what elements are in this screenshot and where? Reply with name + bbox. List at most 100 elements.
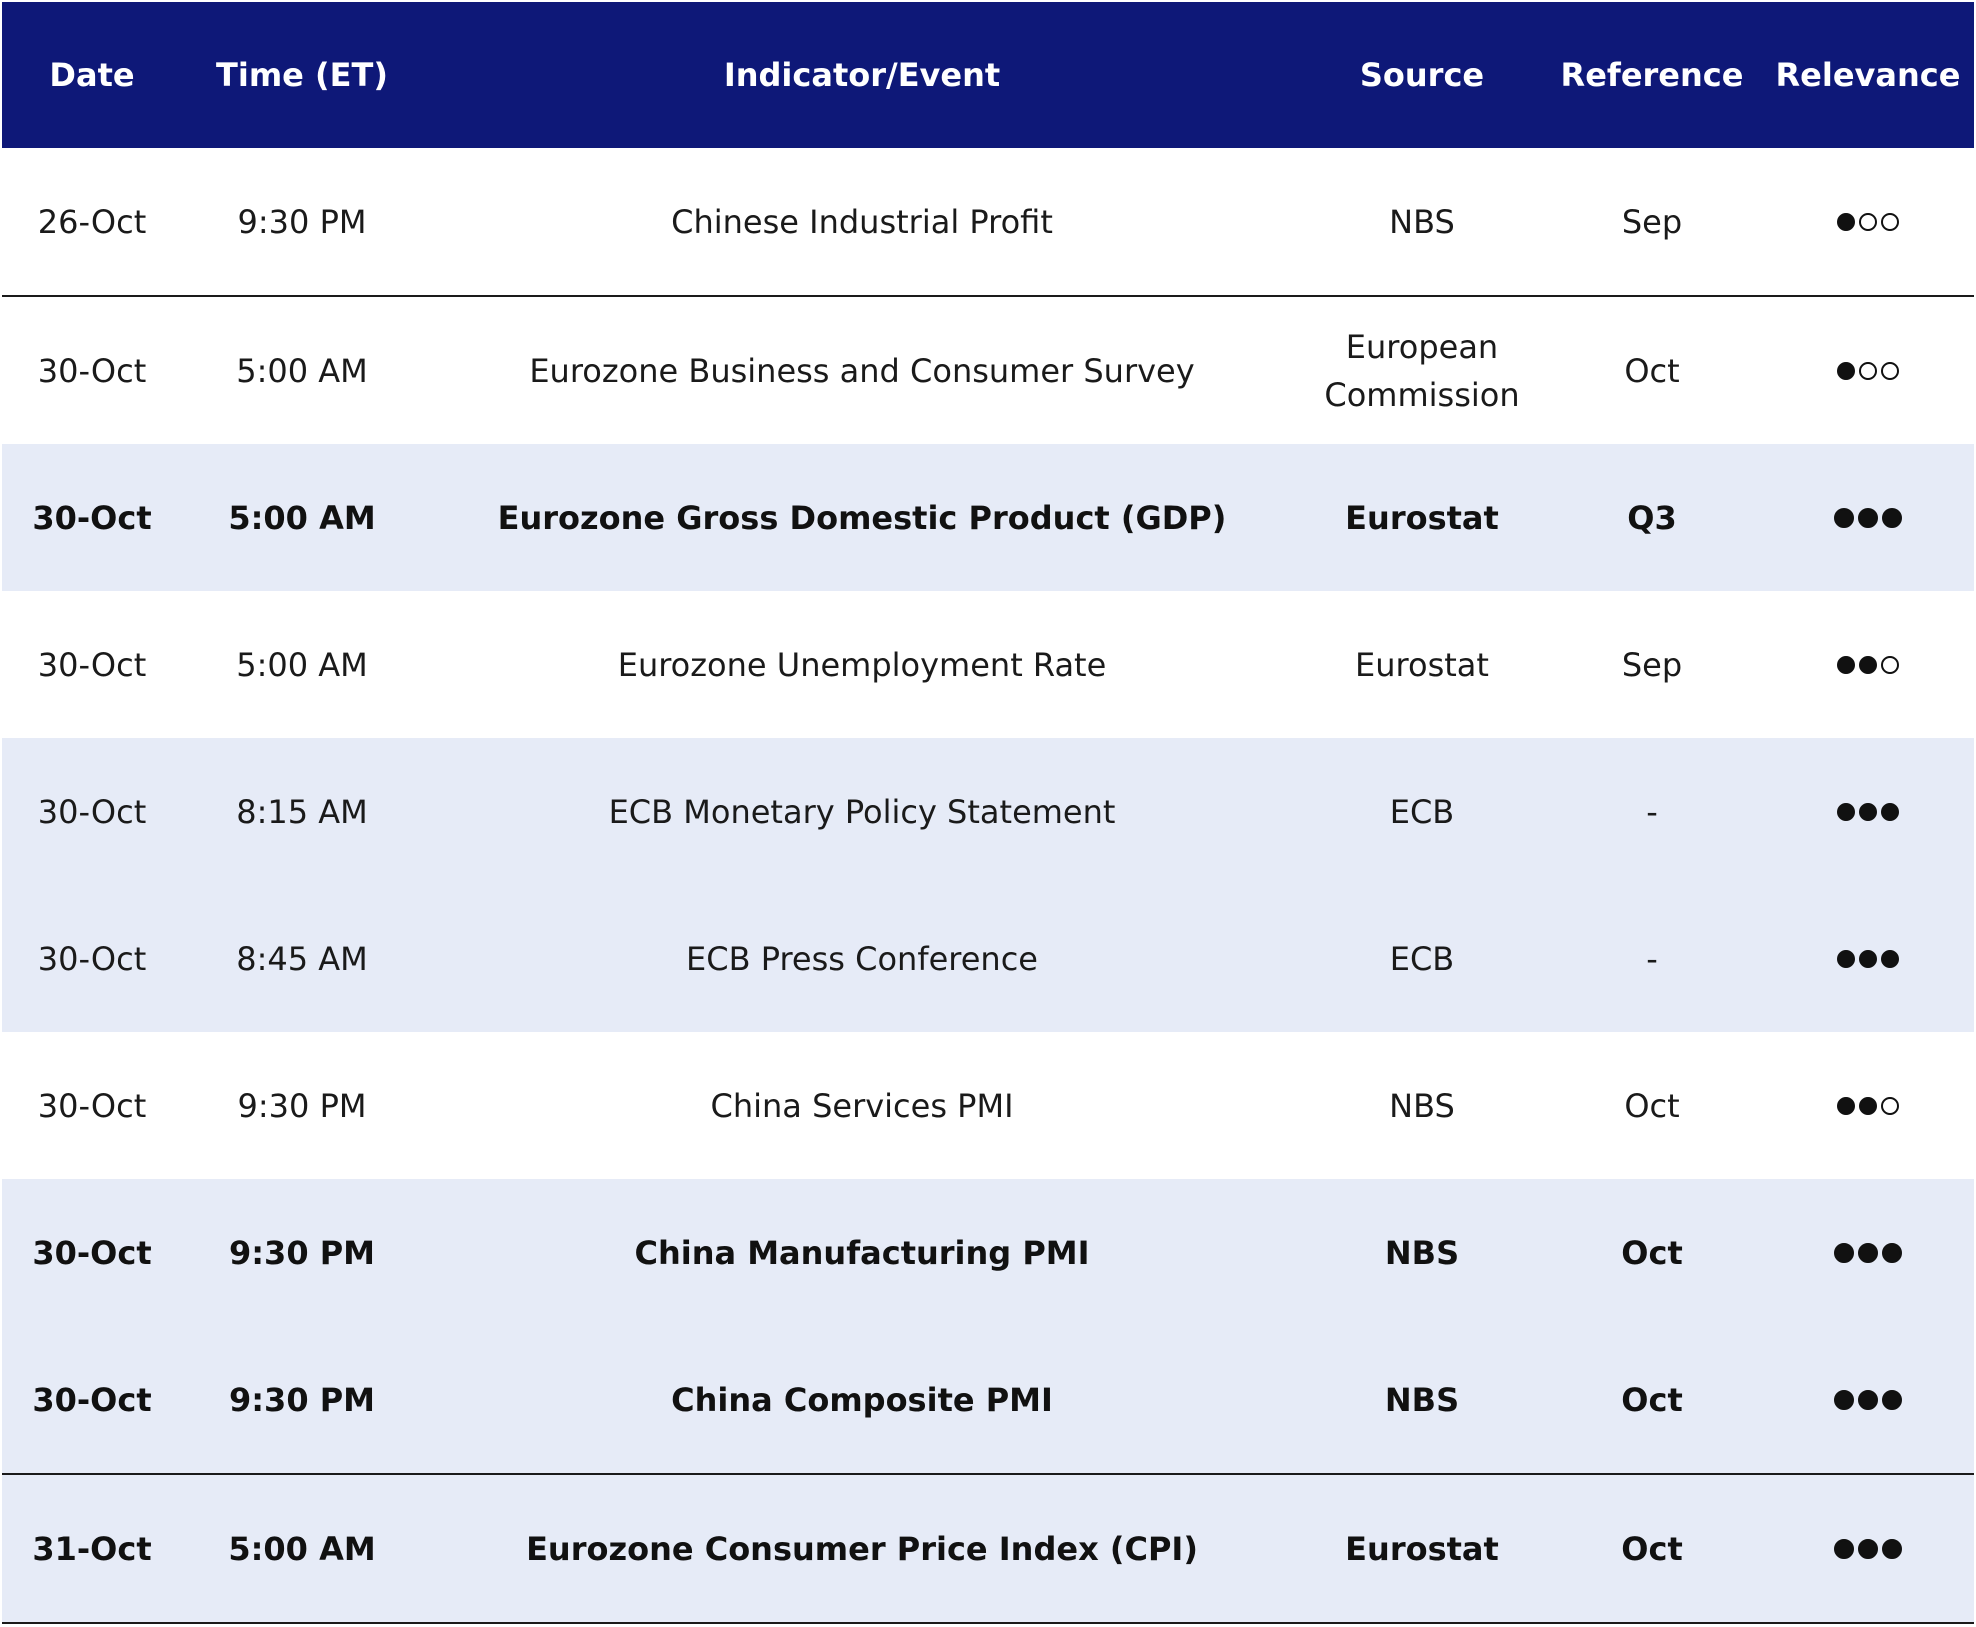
filled-dot-icon: [1859, 1096, 1877, 1115]
header-reference: Reference: [1560, 56, 1744, 94]
table-header: Date Time (ET) Indicator/Event Source Re…: [2, 2, 1974, 148]
empty-dot-icon: [1859, 361, 1877, 380]
cell-date: 30-Oct: [37, 1086, 147, 1125]
filled-dot-icon: [1837, 655, 1855, 674]
cell-source: NBS: [1384, 1380, 1460, 1419]
cell-relevance: [1762, 507, 1974, 528]
filled-dot-icon: [1837, 212, 1855, 231]
relevance-rating: [1837, 1096, 1899, 1115]
cell-reference: Oct: [1624, 1086, 1680, 1125]
cell-date: 30-Oct: [37, 939, 147, 978]
cell-source: ECB: [1389, 792, 1455, 831]
relevance-rating: [1837, 361, 1899, 380]
cell-time: 5:00 AM: [236, 351, 368, 390]
cell-reference: -: [1646, 939, 1658, 978]
cell-source: NBS: [1389, 1086, 1455, 1125]
header-date: Date: [49, 56, 135, 94]
cell-reference: Oct: [1624, 351, 1680, 390]
filled-dot-icon: [1882, 507, 1902, 528]
cell-reference: Q3: [1627, 498, 1677, 537]
cell-event: China Services PMI: [710, 1086, 1014, 1125]
relevance-rating: [1834, 1242, 1902, 1263]
cell-relevance: [1762, 802, 1974, 821]
filled-dot-icon: [1834, 507, 1854, 528]
cell-relevance: [1762, 1242, 1974, 1263]
cell-source: Eurostat: [1345, 498, 1499, 537]
filled-dot-icon: [1858, 1389, 1878, 1410]
cell-relevance: [1762, 361, 1974, 380]
cell-event: Eurozone Consumer Price Index (CPI): [526, 1529, 1198, 1568]
table-row: 31-Oct 5:00 AM Eurozone Consumer Price Ind…: [2, 1473, 1974, 1624]
cell-relevance: [1762, 1389, 1974, 1410]
cell-reference: Oct: [1621, 1233, 1683, 1272]
cell-time: 5:00 AM: [228, 498, 376, 537]
table-body: 26-Oct 9:30 PM Chinese Industrial Profit NB…: [2, 148, 1974, 1624]
filled-dot-icon: [1881, 949, 1899, 968]
filled-dot-icon: [1834, 1242, 1854, 1263]
filled-dot-icon: [1834, 1538, 1854, 1559]
filled-dot-icon: [1858, 1538, 1878, 1559]
table-row: 30-Oct 9:30 PM China Manufacturing PMI NBS O…: [2, 1179, 1974, 1326]
cell-reference: Sep: [1621, 645, 1683, 684]
cell-event: China Composite PMI: [671, 1380, 1053, 1419]
filled-dot-icon: [1837, 361, 1855, 380]
relevance-rating: [1837, 212, 1899, 231]
table-row: 30-Oct 8:15 AM ECB Monetary Policy Stateme…: [2, 738, 1974, 885]
relevance-rating: [1837, 655, 1899, 674]
filled-dot-icon: [1834, 1389, 1854, 1410]
filled-dot-icon: [1859, 802, 1877, 821]
cell-relevance: [1762, 212, 1974, 231]
cell-source: Eurostat: [1345, 1529, 1499, 1568]
header-event: Indicator/Event: [723, 56, 1001, 94]
cell-event: Eurozone Gross Domestic Product (GDP): [497, 498, 1227, 537]
table-row: 30-Oct 5:00 AM Eurozone Unemployment Rate E…: [2, 591, 1974, 738]
table-row: 26-Oct 9:30 PM Chinese Industrial Profit NB…: [2, 148, 1974, 295]
cell-reference: Oct: [1621, 1529, 1683, 1568]
cell-source: Eurostat: [1355, 645, 1489, 684]
cell-time: 9:30 PM: [237, 202, 367, 241]
cell-relevance: [1762, 1096, 1974, 1115]
filled-dot-icon: [1837, 802, 1855, 821]
filled-dot-icon: [1859, 949, 1877, 968]
relevance-rating: [1834, 507, 1902, 528]
relevance-rating: [1837, 949, 1899, 968]
cell-relevance: [1762, 655, 1974, 674]
empty-dot-icon: [1881, 212, 1899, 231]
cell-reference: Oct: [1621, 1380, 1683, 1419]
cell-date: 30-Oct: [32, 1233, 152, 1272]
cell-reference: -: [1646, 792, 1658, 831]
filled-dot-icon: [1858, 507, 1878, 528]
cell-time: 8:45 AM: [236, 939, 368, 978]
cell-reference: Sep: [1621, 202, 1683, 241]
cell-event: ECB Press Conference: [686, 939, 1038, 978]
cell-time: 9:30 PM: [237, 1086, 367, 1125]
filled-dot-icon: [1881, 802, 1899, 821]
relevance-rating: [1834, 1389, 1902, 1410]
filled-dot-icon: [1859, 655, 1877, 674]
economic-calendar-table: Date Time (ET) Indicator/Event Source Re…: [2, 2, 1974, 1624]
filled-dot-icon: [1837, 949, 1855, 968]
empty-dot-icon: [1881, 1096, 1899, 1115]
cell-date: 30-Oct: [37, 351, 147, 390]
empty-dot-icon: [1881, 655, 1899, 674]
cell-event: Chinese Industrial Profit: [671, 202, 1053, 241]
cell-date: 31-Oct: [32, 1529, 152, 1568]
cell-event: Eurozone Unemployment Rate: [617, 645, 1107, 684]
cell-source: ECB: [1389, 939, 1455, 978]
empty-dot-icon: [1859, 212, 1877, 231]
header-source: Source: [1359, 56, 1485, 94]
cell-time: 5:00 AM: [228, 1529, 376, 1568]
filled-dot-icon: [1858, 1242, 1878, 1263]
filled-dot-icon: [1882, 1389, 1902, 1410]
cell-relevance: [1762, 949, 1974, 968]
cell-time: 9:30 PM: [228, 1233, 376, 1272]
filled-dot-icon: [1882, 1538, 1902, 1559]
cell-relevance: [1762, 1538, 1974, 1559]
cell-time: 9:30 PM: [228, 1380, 376, 1419]
cell-date: 30-Oct: [32, 1380, 152, 1419]
header-time: Time (ET): [216, 56, 388, 94]
cell-date: 30-Oct: [32, 498, 152, 537]
cell-event: China Manufacturing PMI: [634, 1233, 1090, 1272]
filled-dot-icon: [1882, 1242, 1902, 1263]
cell-source: NBS: [1384, 1233, 1460, 1272]
